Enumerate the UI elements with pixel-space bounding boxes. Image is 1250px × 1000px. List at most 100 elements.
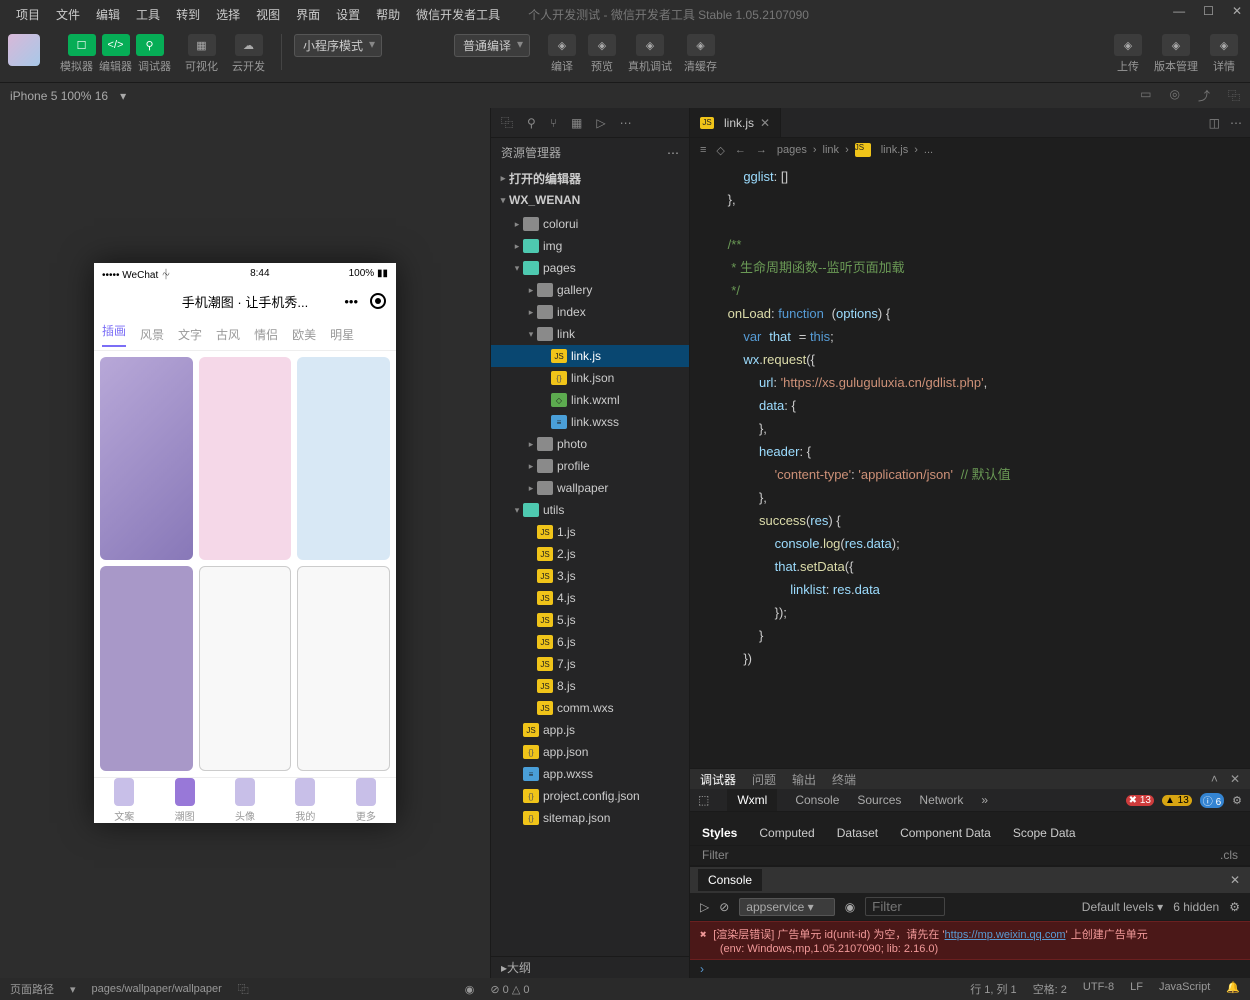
tree-item[interactable]: JScomm.wxs (491, 697, 689, 719)
tab-network[interactable]: Network (919, 793, 963, 807)
error-badge[interactable]: ✖ 13 (1126, 795, 1154, 806)
console-tab[interactable]: Console (698, 869, 762, 891)
tab-wxml[interactable]: Wxml (727, 789, 777, 811)
styles-filter[interactable]: Filter (702, 848, 729, 862)
device-phone-icon[interactable]: ▭ (1140, 87, 1151, 104)
tree-item[interactable]: JS3.js (491, 565, 689, 587)
debug-icon[interactable]: ▷ (596, 116, 605, 130)
visual-button[interactable]: ▦ (188, 34, 216, 56)
menu-item[interactable]: 设置 (328, 6, 368, 23)
详情-button[interactable]: ◈ (1210, 34, 1238, 56)
device-target-icon[interactable]: ◎ (1169, 87, 1179, 104)
tree-item[interactable]: {}sitemap.json (491, 807, 689, 829)
tree-item[interactable]: ≡link.wxss (491, 411, 689, 433)
console-prompt[interactable]: › (690, 960, 1250, 978)
tree-item[interactable]: ▾utils (491, 499, 689, 521)
wallpaper-cell[interactable] (297, 566, 390, 771)
dt-tab[interactable]: 终端 (832, 771, 856, 788)
editor-button[interactable]: </> (102, 34, 130, 56)
tree-item[interactable]: ▸wallpaper (491, 477, 689, 499)
breadcrumb[interactable]: ≡◇←→ pages › link › JS link.js › ... (690, 138, 1250, 162)
maximize-icon[interactable]: ☐ (1203, 4, 1214, 18)
menu-item[interactable]: 界面 (288, 6, 328, 23)
menu-item[interactable]: 微信开发者工具 (408, 6, 508, 23)
context-select[interactable]: appservice ▾ (739, 898, 834, 916)
wallpaper-cell[interactable] (199, 357, 292, 560)
wallpaper-cell[interactable] (100, 566, 193, 771)
inspect-icon[interactable]: ⬚ (698, 793, 709, 807)
dt-tab[interactable]: 调试器 (700, 771, 736, 788)
more-icon[interactable]: ••• (344, 294, 358, 309)
tree-item[interactable]: ≡app.wxss (491, 763, 689, 785)
files-icon[interactable]: ⿻ (501, 114, 513, 131)
editor-tab[interactable]: JSlink.js✕ (690, 108, 781, 137)
more-icon[interactable]: ⋯ (667, 146, 679, 160)
phone-nav-item[interactable]: 潮图 (154, 778, 214, 823)
gear-icon[interactable]: ⚙ (1232, 794, 1242, 807)
dt-tab[interactable]: 问题 (752, 771, 776, 788)
清缓存-button[interactable]: ◈ (687, 34, 715, 56)
tree-item[interactable]: ◇link.wxml (491, 389, 689, 411)
target-icon[interactable] (370, 293, 386, 309)
menu-item[interactable]: 工具 (128, 6, 168, 23)
close-icon[interactable]: ✕ (1230, 772, 1240, 786)
close-icon[interactable]: ✕ (1232, 4, 1242, 18)
上传-button[interactable]: ◈ (1114, 34, 1142, 56)
phone-tab[interactable]: 明星 (330, 326, 354, 343)
chevron-up-icon[interactable]: ˄ (1211, 772, 1218, 786)
phone-nav-item[interactable]: 头像 (215, 778, 275, 823)
ext-icon[interactable]: ▦ (571, 116, 582, 130)
warn-badge[interactable]: ▲ 13 (1162, 795, 1192, 806)
bell-icon[interactable]: 🔔 (1226, 981, 1240, 997)
device-copy-icon[interactable]: ⿻ (1228, 87, 1240, 104)
tab-console[interactable]: Console (795, 793, 839, 807)
eye-icon[interactable]: ◉ (845, 900, 855, 914)
clear-icon[interactable]: ▷ (700, 900, 709, 914)
info-badge[interactable]: ⓘ 6 (1200, 793, 1224, 808)
console-link[interactable]: https://mp.weixin.qq.com (945, 929, 1066, 941)
simulator-button[interactable]: ☐ (68, 34, 96, 56)
close-icon[interactable]: ✕ (1230, 873, 1240, 887)
tab-sources[interactable]: Sources (857, 793, 901, 807)
avatar[interactable] (8, 34, 40, 66)
wallpaper-cell[interactable] (199, 566, 292, 771)
phone-nav-item[interactable]: 更多 (336, 778, 396, 823)
minimize-icon[interactable]: — (1173, 4, 1185, 18)
真机调试-button[interactable]: ◈ (636, 34, 664, 56)
tree-item[interactable]: JS6.js (491, 631, 689, 653)
编译-button[interactable]: ◈ (548, 34, 576, 56)
menu-item[interactable]: 视图 (248, 6, 288, 23)
phone-tab[interactable]: 插画 (102, 322, 126, 347)
phone-tab[interactable]: 情侣 (254, 326, 278, 343)
split-icon[interactable]: ◫ (1209, 116, 1220, 130)
section-open-editors[interactable]: ▸打开的编辑器 (491, 167, 689, 189)
menu-item[interactable]: 项目 (8, 6, 48, 23)
status-path[interactable]: pages/wallpaper/wallpaper (92, 983, 222, 995)
tree-item[interactable]: JS1.js (491, 521, 689, 543)
tree-item[interactable]: ▸img (491, 235, 689, 257)
more-icon[interactable]: ⋯ (620, 116, 632, 130)
tree-item[interactable]: ▸index (491, 301, 689, 323)
dt-tab[interactable]: 输出 (792, 771, 816, 788)
tree-item[interactable]: {}app.json (491, 741, 689, 763)
menu-item[interactable]: 选择 (208, 6, 248, 23)
status-language[interactable]: JavaScript (1159, 981, 1210, 997)
tree-item[interactable]: ▾pages (491, 257, 689, 279)
gear-icon[interactable]: ⚙ (1229, 900, 1240, 914)
phone-nav-item[interactable]: 我的 (275, 778, 335, 823)
预览-button[interactable]: ◈ (588, 34, 616, 56)
menu-item[interactable]: 编辑 (88, 6, 128, 23)
tree-item[interactable]: ▸gallery (491, 279, 689, 301)
cloud-button[interactable]: ☁ (235, 34, 263, 56)
phone-tab[interactable]: 欧美 (292, 326, 316, 343)
menu-item[interactable]: 转到 (168, 6, 208, 23)
styles-tab[interactable]: Computed (759, 826, 814, 840)
outline-section[interactable]: ▸ 大纲 (491, 956, 689, 978)
tree-item[interactable]: JS5.js (491, 609, 689, 631)
wallpaper-cell[interactable] (297, 357, 390, 560)
phone-tab[interactable]: 古风 (216, 326, 240, 343)
tree-item[interactable]: ▸profile (491, 455, 689, 477)
tree-item[interactable]: {}link.json (491, 367, 689, 389)
close-tab-icon[interactable]: ✕ (760, 116, 770, 130)
hidden-count[interactable]: 6 hidden (1173, 900, 1219, 914)
